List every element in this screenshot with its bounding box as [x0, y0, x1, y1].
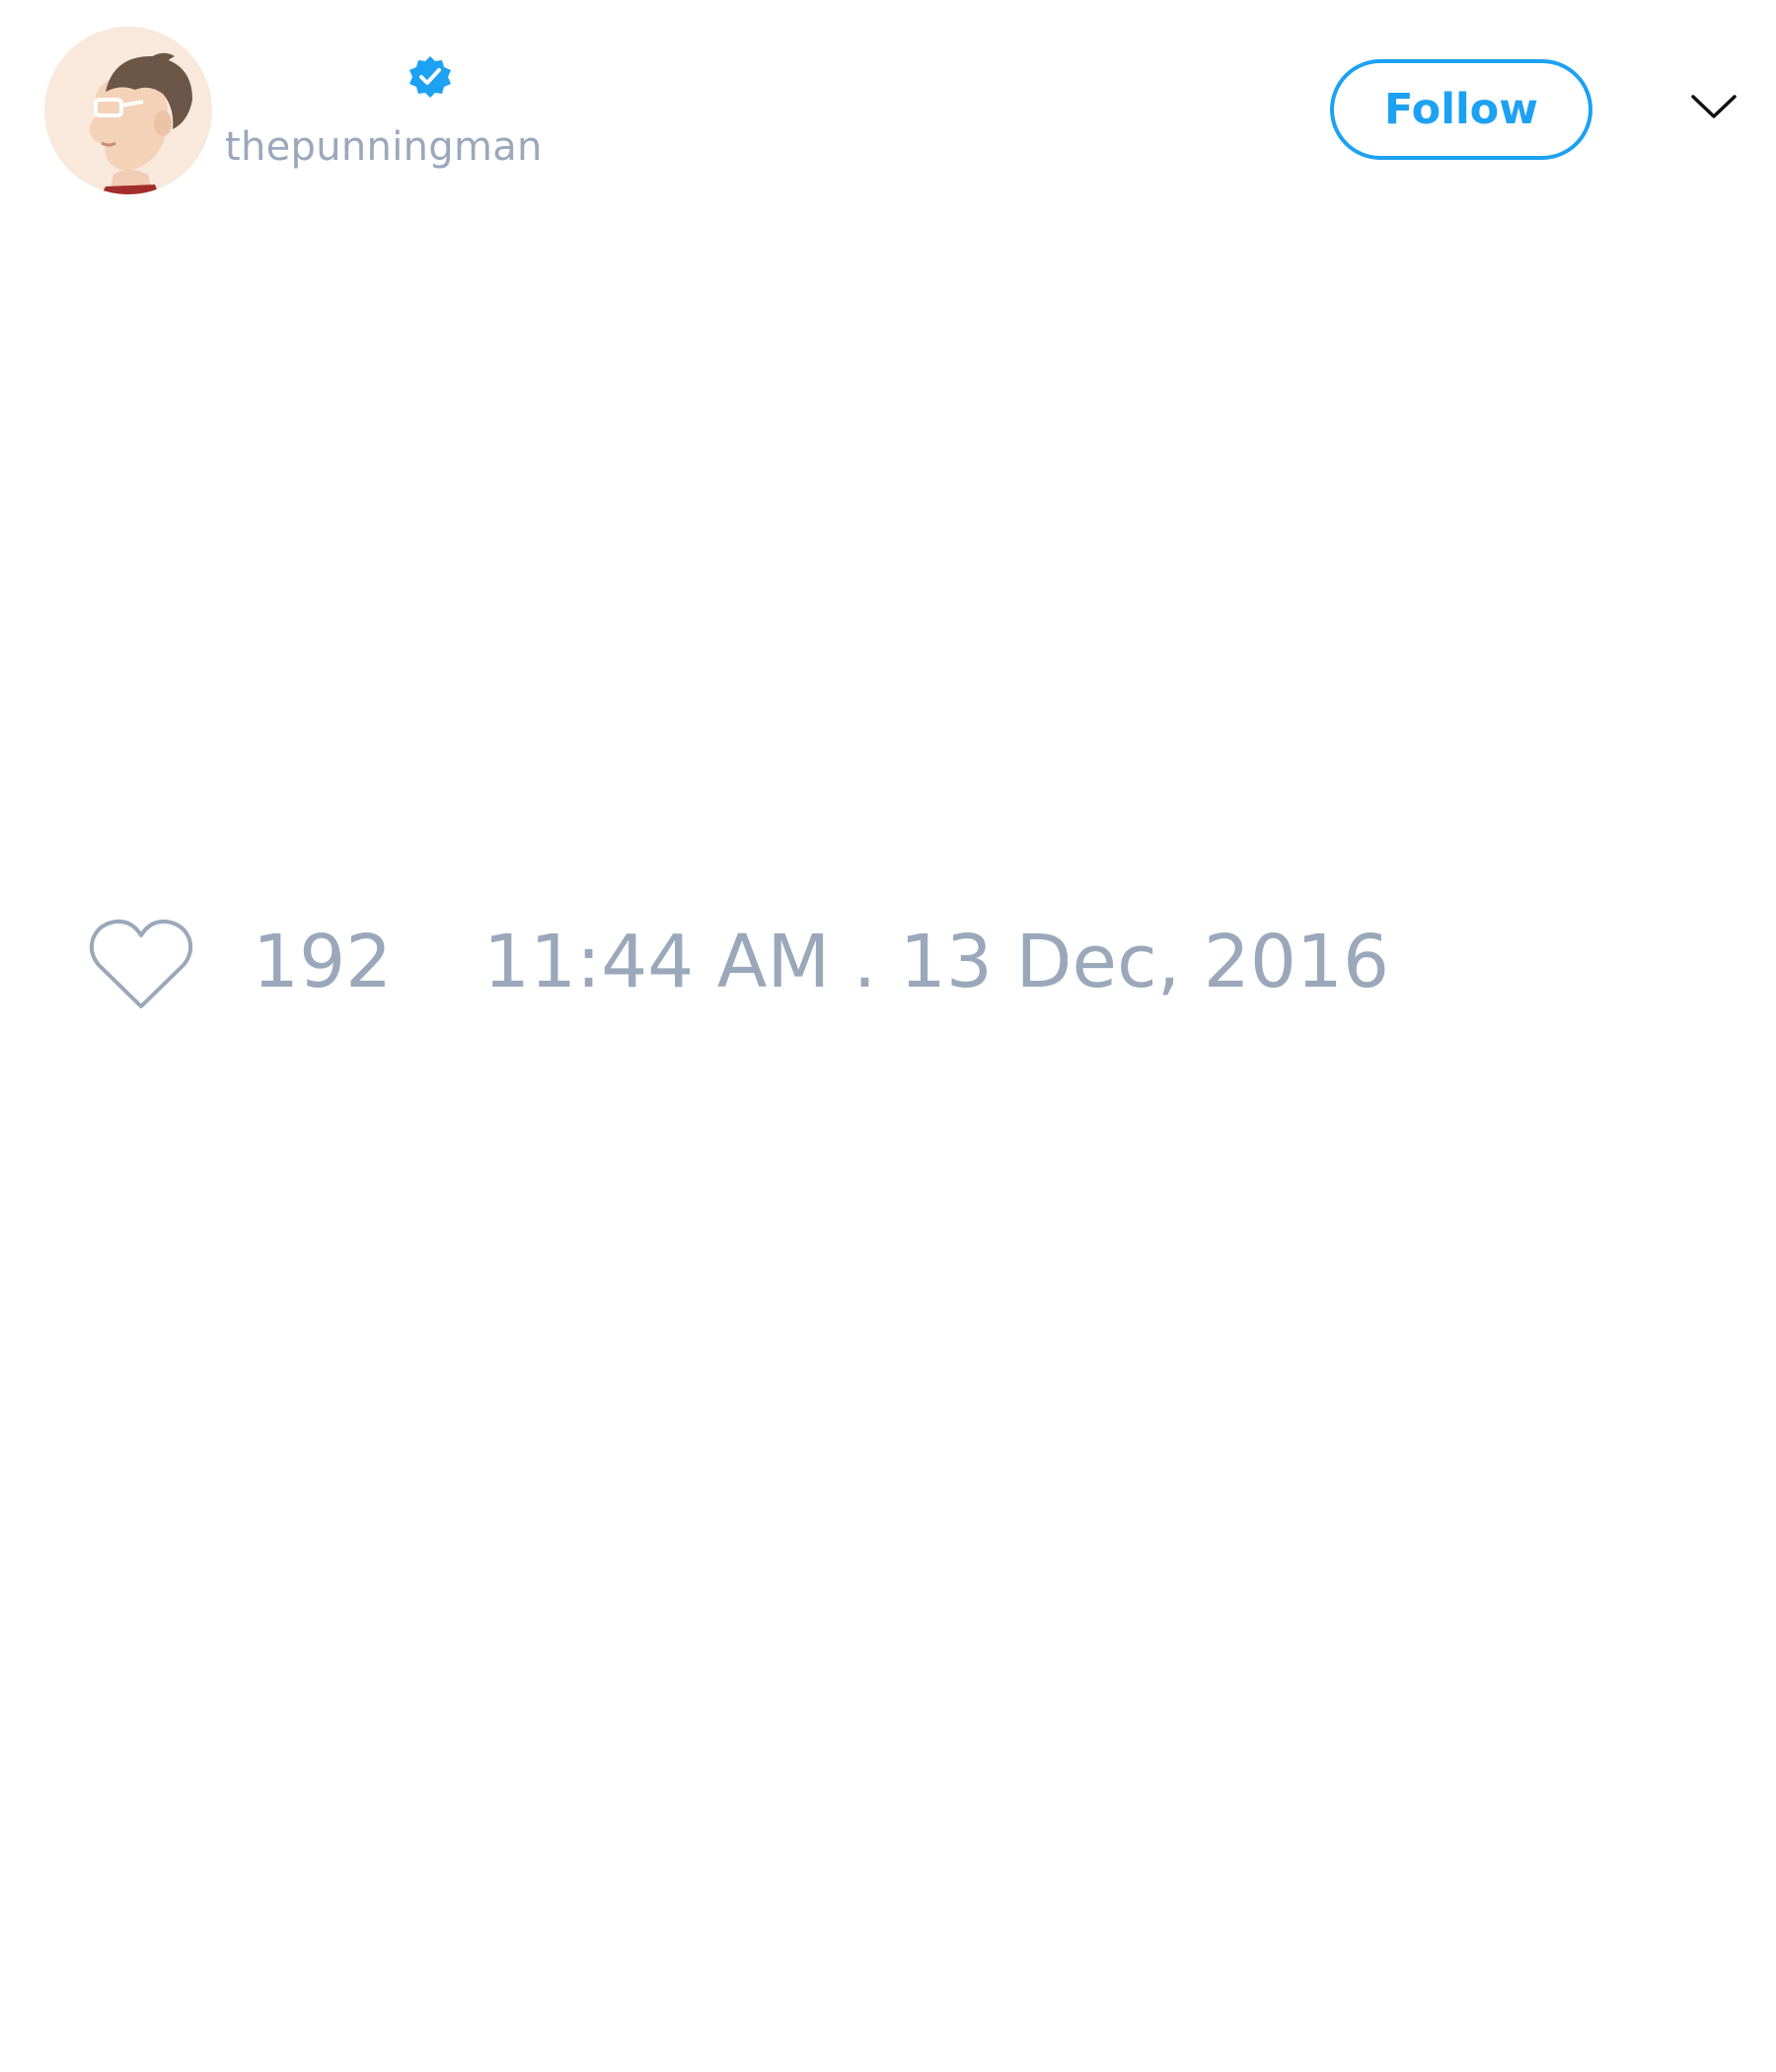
tweet-header: thepunningman Follow	[0, 0, 1776, 207]
avatar[interactable]	[44, 27, 212, 194]
tweet-footer: 192 11:44 AM . 13 Dec, 2016	[0, 908, 1776, 1026]
heart-outline-icon[interactable]	[87, 916, 195, 1014]
like-count: 192	[253, 920, 393, 1004]
chevron-down-icon[interactable]	[1689, 91, 1739, 122]
verified-badge-icon	[409, 56, 451, 98]
follow-button[interactable]: Follow	[1330, 59, 1592, 160]
avatar-illustration	[44, 27, 212, 194]
author-handle[interactable]: thepunningman	[225, 124, 543, 170]
tweet-timestamp[interactable]: 11:44 AM . 13 Dec, 2016	[483, 925, 1389, 999]
